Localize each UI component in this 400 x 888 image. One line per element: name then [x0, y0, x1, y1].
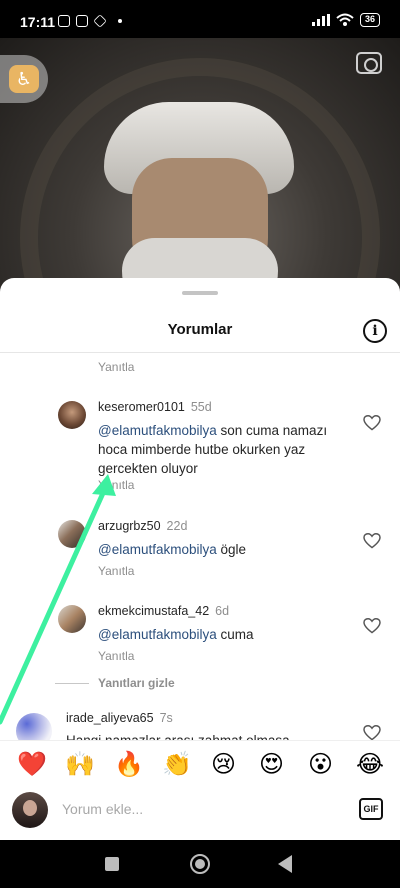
video-background [0, 38, 400, 300]
comment-text: @elamutfakmobilya ögle [98, 540, 348, 559]
info-icon[interactable]: i [363, 319, 387, 343]
comment-header: arzugrbz50 22d [98, 519, 187, 533]
emoji-quick-bar: ❤️ 🙌 🔥 👏 😢 😍 😮 😂 [0, 740, 400, 788]
avatar[interactable] [58, 605, 86, 633]
recent-apps-button[interactable] [105, 857, 119, 871]
emoji-surprised-button[interactable]: 😮 [308, 751, 333, 779]
camera-icon[interactable] [356, 52, 382, 74]
mention-link[interactable]: @elamutfakmobilya [98, 627, 217, 642]
system-icons: 36 [311, 13, 380, 27]
comment-time: 55d [190, 400, 212, 414]
comment-body: ögle [216, 542, 247, 557]
battery-indicator: 36 [359, 13, 380, 27]
accessibility-icon: ♿ [9, 65, 39, 93]
emoji-heart-button[interactable]: ❤️ [17, 751, 47, 779]
signal-icon [311, 14, 330, 26]
comment-header: ekmekcimustafa_42 6d [98, 604, 229, 618]
hide-replies-button[interactable]: Yanıtları gizle [98, 676, 175, 690]
comment-header: keseromer0101 55d [98, 400, 212, 414]
mention-link[interactable]: @elamutfakmobilya [98, 423, 217, 438]
wifi-icon [336, 13, 354, 26]
reply-button[interactable]: Yanıtla [98, 564, 134, 578]
username[interactable]: arzugrbz50 [98, 519, 161, 533]
emoji-crying-button[interactable]: 😢 [211, 751, 236, 779]
avatar[interactable] [58, 401, 86, 429]
comment-time: 7s [159, 711, 173, 725]
back-button[interactable] [278, 855, 292, 873]
avatar[interactable] [58, 520, 86, 548]
current-user-avatar [12, 792, 48, 828]
divider [0, 352, 400, 353]
emoji-heart-eyes-button[interactable]: 😍 [259, 751, 284, 779]
like-heart-icon[interactable] [363, 415, 381, 431]
emoji-clap-button[interactable]: 👏 [162, 751, 192, 779]
emoji-laughing-button[interactable]: 😂 [356, 751, 384, 779]
comment-time: 6d [215, 604, 230, 618]
status-bar: 17:11 36 [0, 0, 400, 38]
reply-button[interactable]: Yanıtla [98, 360, 134, 374]
comment-body: cuma [216, 627, 254, 642]
like-heart-icon[interactable] [363, 618, 381, 634]
comment-time: 22d [166, 519, 188, 533]
comment-composer: GIF [0, 788, 400, 840]
instagram-icon [76, 15, 88, 27]
emoji-fire-button[interactable]: 🔥 [114, 751, 144, 779]
like-heart-icon[interactable] [363, 533, 381, 549]
username[interactable]: ekmekcimustafa_42 [98, 604, 209, 618]
reply-button[interactable]: Yanıtla [98, 478, 134, 492]
layers-icon [93, 14, 107, 28]
emoji-raised-hands-button[interactable]: 🙌 [65, 751, 95, 779]
reply-button[interactable]: Yanıtla [98, 649, 134, 663]
comment-input[interactable] [62, 796, 342, 822]
mention-link[interactable]: @elamutfakmobilya [98, 542, 217, 557]
notification-icons [58, 14, 122, 28]
like-heart-icon[interactable] [363, 725, 381, 741]
comment-header: irade_aliyeva65 7s [66, 711, 173, 725]
more-notifications-icon [118, 19, 122, 23]
accessibility-button[interactable]: ♿ [0, 55, 48, 103]
username[interactable]: keseromer0101 [98, 400, 185, 414]
system-navigation-bar [0, 840, 400, 888]
instagram-icon [58, 15, 70, 27]
gif-button[interactable]: GIF [359, 798, 383, 820]
sheet-title: Yorumlar [167, 321, 233, 338]
status-time: 17:11 [20, 14, 56, 30]
drag-handle[interactable] [182, 291, 218, 295]
comment-text: @elamutfakmobilya son cuma namazı hoca m… [98, 421, 348, 478]
hide-replies-line [55, 683, 89, 684]
home-button[interactable] [190, 854, 210, 874]
comment-text: @elamutfakmobilya cuma [98, 625, 348, 644]
username[interactable]: irade_aliyeva65 [66, 711, 154, 725]
